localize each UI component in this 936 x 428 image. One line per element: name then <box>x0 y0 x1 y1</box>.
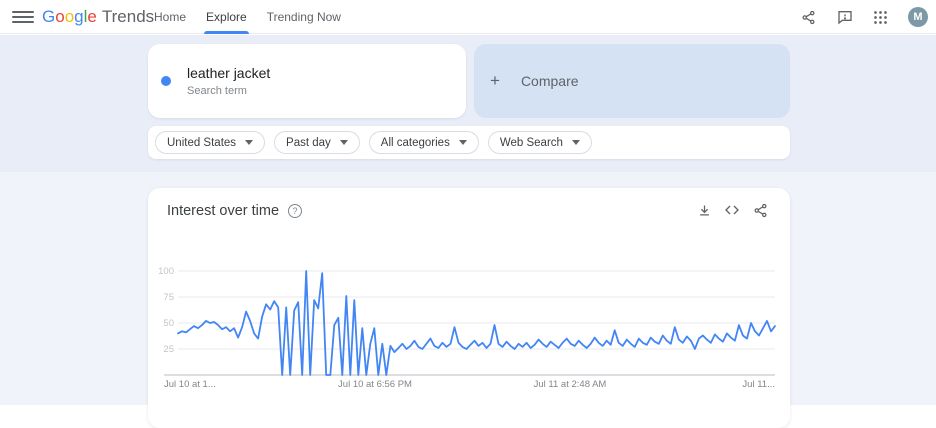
logo[interactable]: GoogleTrends <box>42 7 154 27</box>
compare-add-card[interactable]: + Compare <box>474 44 790 118</box>
nav-tab-explore[interactable]: Explore <box>196 0 257 34</box>
plus-icon: + <box>490 71 500 91</box>
series-color-dot <box>161 76 171 86</box>
y-tick-100: 100 <box>158 266 174 277</box>
header-actions: M <box>800 0 928 34</box>
x-tick-label: Jul 11... <box>742 379 775 390</box>
google-apps-grid-icon[interactable] <box>872 9 889 26</box>
chevron-down-icon <box>459 140 467 145</box>
app-header: GoogleTrends Home Explore Trending Now M <box>0 0 936 34</box>
share-icon[interactable] <box>800 9 817 26</box>
search-term-text: leather jacket <box>187 65 270 81</box>
chart-title: Interest over time <box>167 203 279 219</box>
compare-label: Compare <box>521 73 579 89</box>
x-tick-label: Jul 10 at 6:56 PM <box>338 379 412 390</box>
help-icon[interactable]: ? <box>288 204 302 218</box>
feedback-icon[interactable] <box>836 9 853 26</box>
time-filter-label: Past day <box>286 137 331 149</box>
search-type-filter-dropdown[interactable]: Web Search <box>488 131 592 154</box>
y-tick-50: 50 <box>163 318 174 329</box>
embed-icon[interactable] <box>724 202 740 218</box>
filter-bar: United States Past day All categories We… <box>148 126 790 159</box>
chevron-down-icon <box>340 140 348 145</box>
geo-filter-dropdown[interactable]: United States <box>155 131 265 154</box>
x-tick-label: Jul 11 at 2:48 AM <box>534 379 607 390</box>
search-type-filter-label: Web Search <box>500 137 563 149</box>
y-tick-75: 75 <box>163 292 174 303</box>
search-term-subtitle: Search term <box>187 85 270 97</box>
chevron-down-icon <box>572 140 580 145</box>
download-icon[interactable] <box>696 202 712 218</box>
x-tick-label: Jul 10 at 1... <box>164 379 216 390</box>
chevron-down-icon <box>245 140 253 145</box>
share-chart-icon[interactable] <box>752 202 768 218</box>
logo-google: Google <box>42 7 97 26</box>
x-axis-labels: Jul 10 at 1... Jul 10 at 6:56 PM Jul 11 … <box>148 379 790 393</box>
category-filter-label: All categories <box>381 137 450 149</box>
account-avatar[interactable]: M <box>908 7 928 27</box>
category-filter-dropdown[interactable]: All categories <box>369 131 479 154</box>
nav-tab-home[interactable]: Home <box>144 0 196 34</box>
hamburger-menu-icon[interactable] <box>12 8 34 26</box>
y-tick-25: 25 <box>163 344 174 355</box>
nav-tab-trending-now[interactable]: Trending Now <box>257 0 351 34</box>
primary-nav: Home Explore Trending Now <box>144 0 351 34</box>
interest-over-time-chart[interactable]: 100 75 50 25 Jul 10 at 1... Jul 10 at 6:… <box>148 258 790 393</box>
search-term-card[interactable]: leather jacket Search term <box>148 44 466 118</box>
interest-over-time-card: Interest over time ? <box>148 188 790 428</box>
time-filter-dropdown[interactable]: Past day <box>274 131 360 154</box>
geo-filter-label: United States <box>167 137 236 149</box>
